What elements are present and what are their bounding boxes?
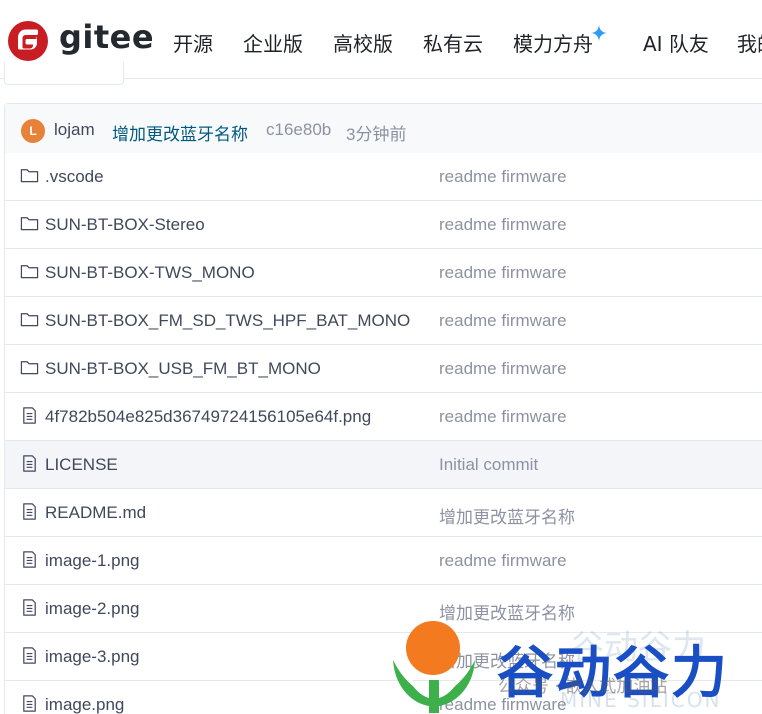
branch-selector-stub[interactable] (4, 62, 124, 85)
file-name-link[interactable]: 4f782b504e825d36749724156105e64f.png (45, 407, 371, 427)
table-row[interactable]: README.md 增加更改蓝牙名称 (5, 489, 762, 537)
file-commit-link[interactable]: readme firmware (439, 167, 567, 187)
file-name-link[interactable]: .vscode (45, 167, 104, 187)
table-row[interactable]: SUN-BT-BOX-Stereo readme firmware (5, 201, 762, 249)
nav-item-ai-teammate[interactable]: AI 队友 (643, 28, 709, 57)
nav-item-education[interactable]: 高校版 (333, 28, 393, 57)
file-commit-link[interactable]: readme firmware (439, 359, 567, 379)
file-icon (23, 551, 36, 568)
watermark-subtitle: 公众号 · 嵌入式加油站 (498, 677, 668, 697)
table-row[interactable]: image-1.png readme firmware (5, 537, 762, 585)
table-row[interactable]: SUN-BT-BOX_USB_FM_BT_MONO readme firmwar… (5, 345, 762, 393)
file-commit-link[interactable]: readme firmware (439, 215, 567, 235)
file-name-link[interactable]: SUN-BT-BOX_FM_SD_TWS_HPF_BAT_MONO (45, 311, 410, 331)
folder-icon (20, 217, 39, 231)
file-name-link[interactable]: LICENSE (45, 455, 118, 475)
table-row[interactable]: .vscode readme firmware (5, 153, 762, 201)
file-name-link[interactable]: SUN-BT-BOX-Stereo (45, 215, 205, 235)
file-icon (23, 455, 36, 472)
table-row[interactable]: LICENSE Initial commit (5, 441, 762, 489)
file-name-link[interactable]: image-2.png (45, 599, 140, 619)
file-name-link[interactable]: README.md (45, 503, 146, 523)
folder-icon (20, 169, 39, 183)
file-commit-link[interactable]: readme firmware (439, 311, 567, 331)
file-icon (23, 599, 36, 616)
commit-time: 3分钟前 (346, 125, 407, 144)
commit-hash-link[interactable]: c16e80b (266, 120, 331, 140)
nav-item-open-source[interactable]: 开源 (173, 28, 213, 57)
table-row[interactable]: SUN-BT-BOX-TWS_MONO readme firmware (5, 249, 762, 297)
folder-icon (20, 265, 39, 279)
watermark-logo-icon (393, 621, 475, 713)
file-icon (23, 647, 36, 664)
file-commit-link[interactable]: readme firmware (439, 551, 567, 571)
gitee-repo-page: gitee 开源 企业版 高校版 私有云 模力方舟 AI 队友 我的 L loj… (0, 0, 762, 714)
latest-commit-bar: L lojam 增加更改蓝牙名称 c16e80b 3分钟前 (5, 104, 762, 154)
nav-item-private-cloud[interactable]: 私有云 (423, 28, 483, 57)
folder-icon (20, 313, 39, 327)
commit-author[interactable]: lojam (54, 120, 95, 140)
file-name-link[interactable]: image-3.png (45, 647, 140, 667)
file-commit-link[interactable]: Initial commit (439, 455, 538, 475)
file-name-link[interactable]: image.png (45, 695, 124, 714)
gitee-wordmark[interactable]: gitee (59, 18, 154, 56)
folder-icon (20, 361, 39, 375)
table-row[interactable]: SUN-BT-BOX_FM_SD_TWS_HPF_BAT_MONO readme… (5, 297, 762, 345)
file-name-link[interactable]: SUN-BT-BOX_USB_FM_BT_MONO (45, 359, 321, 379)
file-name-link[interactable]: image-1.png (45, 551, 140, 571)
nav-item-enterprise[interactable]: 企业版 (243, 28, 303, 57)
table-row[interactable]: 4f782b504e825d36749724156105e64f.png rea… (5, 393, 762, 441)
file-commit-link[interactable]: readme firmware (439, 407, 567, 427)
commit-message-link[interactable]: 增加更改蓝牙名称 (112, 120, 248, 145)
file-icon (23, 407, 36, 424)
nav-item-mine[interactable]: 我的 (737, 28, 762, 57)
file-icon (23, 503, 36, 520)
gitee-logo-icon[interactable] (8, 21, 48, 61)
file-commit-link[interactable]: readme firmware (439, 263, 567, 283)
file-commit-link[interactable]: 增加更改蓝牙名称 (439, 503, 575, 528)
file-name-link[interactable]: SUN-BT-BOX-TWS_MONO (45, 263, 255, 283)
file-icon (23, 695, 36, 712)
nav-item-model-ark[interactable]: 模力方舟 (513, 28, 593, 57)
avatar[interactable]: L (21, 119, 45, 143)
sparkle-icon (591, 25, 607, 41)
